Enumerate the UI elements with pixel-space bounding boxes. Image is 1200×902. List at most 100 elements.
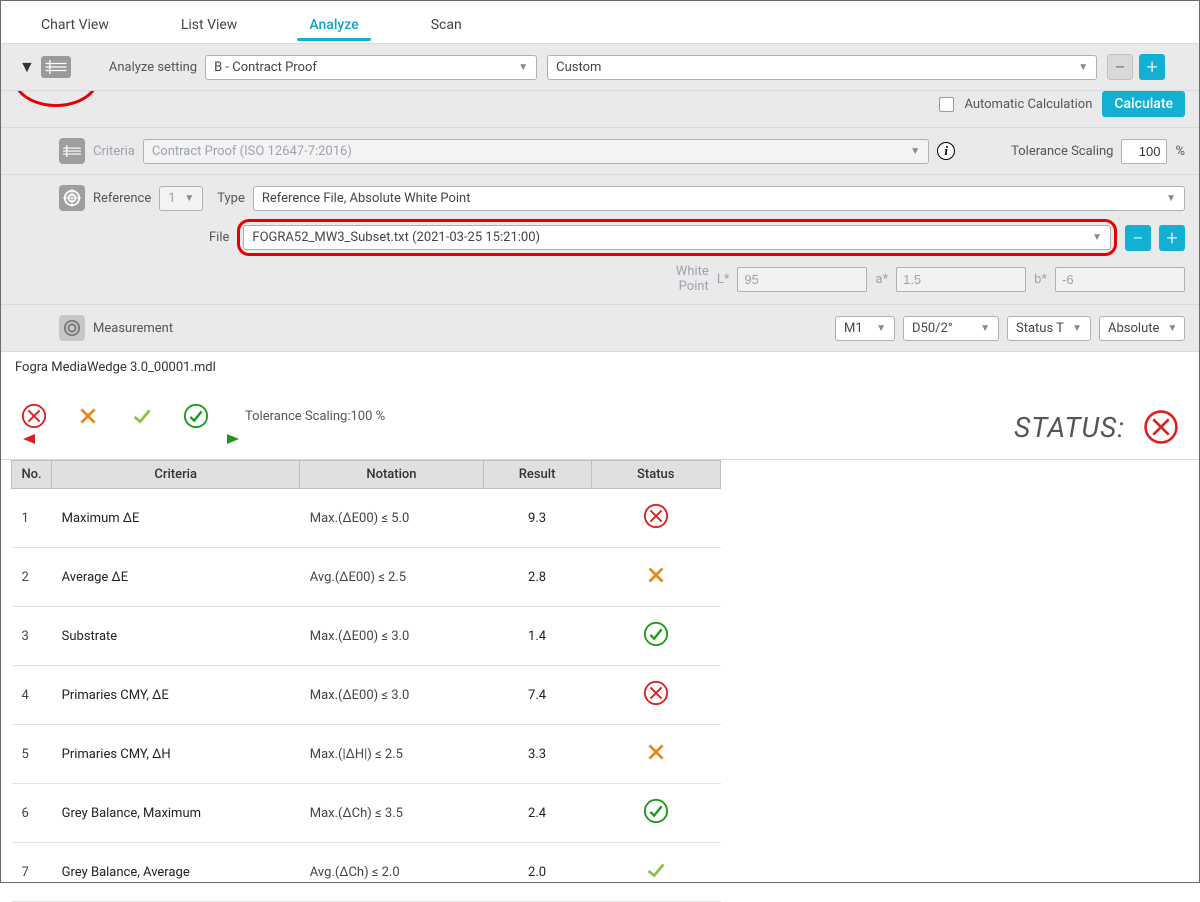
type-value: Reference File, Absolute White Point [262,191,471,206]
reference-icon [59,185,85,211]
collapse-icon[interactable]: ▼ [19,59,35,75]
tolerance-input[interactable] [1121,139,1167,164]
table-icon[interactable] [41,56,71,78]
measurement-icon [59,315,85,341]
calculate-button[interactable]: Calculate [1102,91,1185,117]
cell-no: 6 [12,784,52,843]
analyze-setting-select[interactable]: B - Contract Proof ▼ [205,55,537,80]
reference-index-select[interactable]: 1 ▼ [159,186,203,211]
cell-criteria: Maximum ΔE [52,489,300,548]
status-warn-icon [643,562,669,588]
wp-b-input [1055,267,1185,292]
table-row[interactable]: 5Primaries CMY, ΔHMax.(|ΔH|) ≤ 2.53.3 [12,725,721,784]
cell-criteria: Grey Balance, Average [52,843,300,902]
add-setting-button[interactable]: + [1139,54,1165,80]
cell-no: 5 [12,725,52,784]
cell-result: 2.0 [483,843,591,902]
analyze-setting-value: B - Contract Proof [214,60,317,75]
table-row[interactable]: 7Grey Balance, AverageAvg.(ΔCh) ≤ 2.02.0 [12,843,721,902]
analyze-preset-select[interactable]: Custom ▼ [547,55,1097,80]
measurement-abs-select[interactable]: Absolute▼ [1099,316,1185,341]
tab-analyze[interactable]: Analyze [297,11,370,43]
legend-fail-icon [21,403,47,429]
tolerance-scaling-status: Tolerance Scaling:100 % [245,409,385,424]
calc-row: Automatic Calculation Calculate [1,91,1199,128]
tabs: Chart View List View Analyze Scan [1,1,1199,43]
cell-criteria: Primaries CMY, ΔE [52,666,300,725]
criteria-value: Contract Proof (ISO 12647-7:2016) [152,144,352,159]
type-select[interactable]: Reference File, Absolute White Point ▼ [253,186,1185,211]
overall-status-fail-icon [1143,409,1179,445]
criteria-select[interactable]: Contract Proof (ISO 12647-7:2016) ▼ [143,139,929,164]
cell-status [591,666,720,725]
gradient-arrow-icon [21,431,241,447]
table-row[interactable]: 6Grey Balance, MaximumMax.(ΔCh) ≤ 3.52.4 [12,784,721,843]
cell-result: 9.3 [483,489,591,548]
cell-status [591,784,720,843]
overall-status: STATUS: [1014,409,1179,445]
chevron-down-icon: ▼ [518,62,528,73]
file-plus-button[interactable]: + [1159,225,1185,251]
cell-result: 2.8 [483,548,591,607]
chevron-down-icon: ▼ [1092,232,1102,243]
measurement-panel: Measurement M1▼ D50/2°▼ Status T▼ Absolu… [1,305,1199,352]
reference-index: 1 [168,191,175,206]
status-header: Tolerance Scaling:100 % STATUS: [1,383,1199,460]
criteria-panel: Criteria Contract Proof (ISO 12647-7:201… [1,128,1199,175]
cell-result: 2.4 [483,784,591,843]
file-minus-button[interactable]: − [1125,225,1151,251]
cell-status [591,607,720,666]
legend-passlight-icon [129,403,155,429]
legend-pass-icon [183,403,209,429]
cell-no: 4 [12,666,52,725]
th-status: Status [591,461,720,489]
chevron-down-icon: ▼ [1166,193,1176,204]
cell-criteria: Average ΔE [52,548,300,607]
status-fail-icon [643,680,669,706]
cell-status [591,489,720,548]
th-criteria: Criteria [52,461,300,489]
measurement-status-select[interactable]: Status T▼ [1007,316,1091,341]
cell-criteria: Grey Balance, Maximum [52,784,300,843]
tab-scan[interactable]: Scan [419,11,474,43]
tab-list-view[interactable]: List View [169,11,250,43]
status-passlight-icon [643,857,669,883]
status-fail-icon [643,503,669,529]
table-row[interactable]: 2Average ΔEAvg.(ΔE00) ≤ 2.52.8 [12,548,721,607]
tab-chart-view[interactable]: Chart View [29,11,121,43]
type-label: Type [217,191,245,206]
cell-criteria: Primaries CMY, ΔH [52,725,300,784]
chevron-down-icon: ▼ [184,193,194,204]
measurement-illum-select[interactable]: D50/2°▼ [903,316,999,341]
reference-panel: Reference 1 ▼ Type Reference File, Absol… [1,175,1199,305]
reference-file-select[interactable]: FOGRA52_MW3_Subset.txt (2021-03-25 15:21… [243,225,1111,250]
measurement-label: Measurement [93,321,173,336]
tolerance-unit: % [1175,144,1185,159]
cell-notation: Avg.(ΔE00) ≤ 2.5 [300,548,483,607]
auto-calc-label: Automatic Calculation [964,97,1092,112]
wp-a-input [896,267,1026,292]
remove-setting-button[interactable]: − [1107,54,1133,80]
measurement-mode-select[interactable]: M1▼ [835,316,895,341]
legend-warn-icon [75,403,101,429]
criteria-icon [59,138,85,164]
cell-no: 1 [12,489,52,548]
th-no: No. [12,461,52,489]
cell-status [591,843,720,902]
cell-notation: Max.(ΔCh) ≤ 3.5 [300,784,483,843]
cell-notation: Max.(ΔE00) ≤ 3.0 [300,607,483,666]
cell-result: 3.3 [483,725,591,784]
white-point-label: White Point [676,264,709,294]
info-icon[interactable]: i [937,142,955,160]
cell-result: 7.4 [483,666,591,725]
wp-l-label: L* [717,272,730,287]
table-row[interactable]: 4Primaries CMY, ΔEMax.(ΔE00) ≤ 3.07.4 [12,666,721,725]
cell-notation: Max.(ΔE00) ≤ 3.0 [300,666,483,725]
table-row[interactable]: 3SubstrateMax.(ΔE00) ≤ 3.01.4 [12,607,721,666]
auto-calc-checkbox[interactable] [939,97,954,112]
cell-no: 7 [12,843,52,902]
cell-notation: Max.(|ΔH|) ≤ 2.5 [300,725,483,784]
table-row[interactable]: 1Maximum ΔEMax.(ΔE00) ≤ 5.09.3 [12,489,721,548]
status-pass-icon [643,798,669,824]
wp-a-label: a* [875,272,888,287]
